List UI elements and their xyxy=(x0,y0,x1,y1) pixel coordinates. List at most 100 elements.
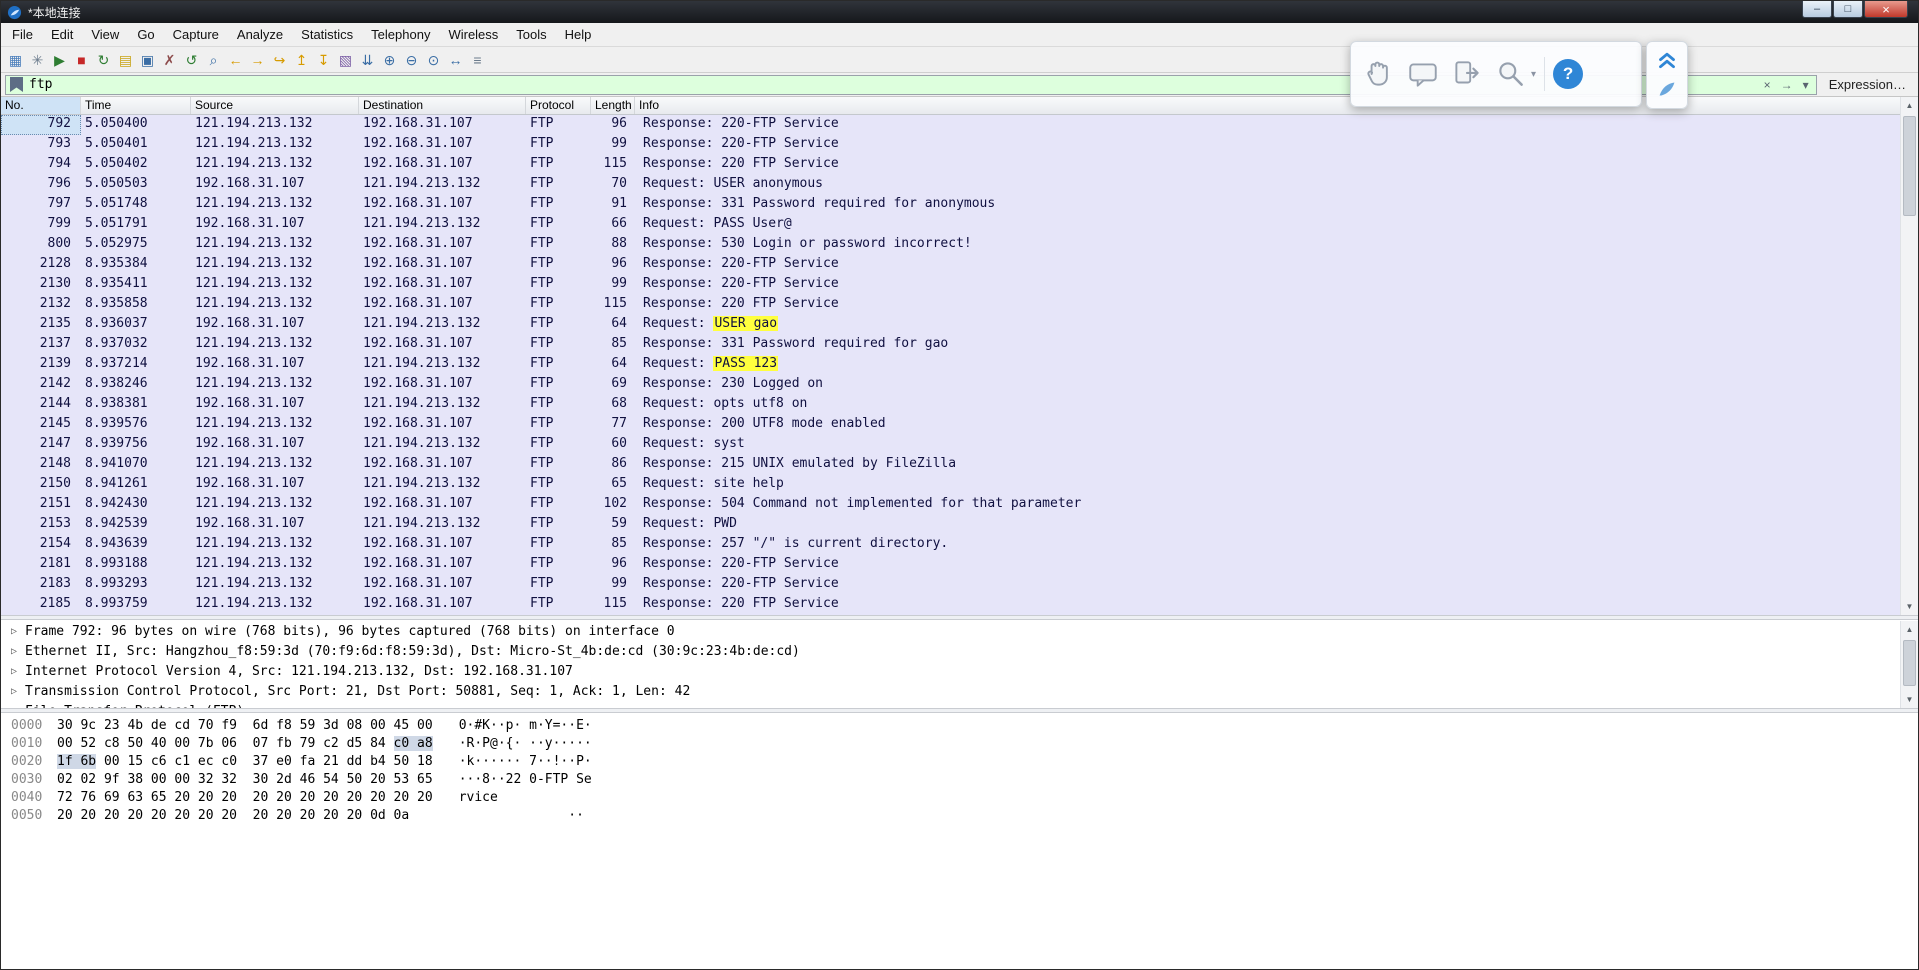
packet-row[interactable]: 793 5.050401 121.194.213.132 192.168.31.… xyxy=(1,135,1918,155)
scroll-down-icon[interactable]: ▼ xyxy=(1901,598,1918,615)
display-filters-icon[interactable]: ≡ xyxy=(467,49,488,71)
menu-go[interactable]: Go xyxy=(128,23,163,46)
packet-row[interactable]: 2153 8.942539 192.168.31.107 121.194.213… xyxy=(1,515,1918,535)
col-info[interactable]: Info xyxy=(635,97,1918,114)
packet-row[interactable]: 2142 8.938246 121.194.213.132 192.168.31… xyxy=(1,375,1918,395)
menu-statistics[interactable]: Statistics xyxy=(292,23,362,46)
start-capture-icon[interactable]: ▶ xyxy=(49,49,70,71)
menu-view[interactable]: View xyxy=(82,23,128,46)
col-source[interactable]: Source xyxy=(191,97,359,114)
capture-search-tool-icon[interactable] xyxy=(1493,56,1529,92)
autoscroll-icon[interactable]: ⇊ xyxy=(357,49,378,71)
detail-row[interactable]: ▷ File Transfer Protocol (FTP) xyxy=(1,701,1918,709)
detail-row[interactable]: ▷ Transmission Control Protocol, Src Por… xyxy=(1,681,1918,701)
menu-telephony[interactable]: Telephony xyxy=(362,23,439,46)
expander-icon[interactable]: ▷ xyxy=(7,646,21,657)
detail-row[interactable]: ▷ Frame 792: 96 bytes on wire (768 bits)… xyxy=(1,621,1918,641)
menu-tools[interactable]: Tools xyxy=(507,23,555,46)
resize-columns-icon[interactable]: ↔ xyxy=(445,49,466,71)
details-scrollbar[interactable]: ▲ ▼ xyxy=(1900,621,1918,708)
col-destination[interactable]: Destination xyxy=(359,97,526,114)
detail-row[interactable]: ▷ Ethernet II, Src: Hangzhou_f8:59:3d (7… xyxy=(1,641,1918,661)
help-icon[interactable]: ? xyxy=(1553,59,1584,89)
minimize-button[interactable]: – xyxy=(1802,1,1832,18)
close-file-icon[interactable]: ✗ xyxy=(159,49,180,71)
zoom-100-icon[interactable]: ⊙ xyxy=(423,49,444,71)
expander-icon[interactable]: ▷ xyxy=(7,706,21,709)
packet-row[interactable]: 2139 8.937214 192.168.31.107 121.194.213… xyxy=(1,355,1918,375)
menu-capture[interactable]: Capture xyxy=(164,23,228,46)
open-file-icon[interactable]: ▤ xyxy=(115,49,136,71)
menu-file[interactable]: File xyxy=(3,23,42,46)
packet-row[interactable]: 2132 8.935858 121.194.213.132 192.168.31… xyxy=(1,295,1918,315)
maximize-button[interactable]: □ xyxy=(1833,1,1863,18)
go-first-packet-icon[interactable]: ↥ xyxy=(291,49,312,71)
stop-capture-icon[interactable]: ■ xyxy=(71,49,92,71)
expander-icon[interactable]: ▷ xyxy=(7,666,21,677)
go-forward-icon[interactable]: → xyxy=(247,49,268,71)
restart-capture-icon[interactable]: ↻ xyxy=(93,49,114,71)
col-time[interactable]: Time xyxy=(81,97,191,114)
col-protocol[interactable]: Protocol xyxy=(526,97,591,114)
col-no[interactable]: No. xyxy=(1,97,81,114)
packet-row[interactable]: 2135 8.936037 192.168.31.107 121.194.213… xyxy=(1,315,1918,335)
close-button[interactable]: × xyxy=(1864,1,1908,18)
detail-row[interactable]: ▷ Internet Protocol Version 4, Src: 121.… xyxy=(1,661,1918,681)
reload-file-icon[interactable]: ↺ xyxy=(181,49,202,71)
collapse-toolbar-icon[interactable] xyxy=(1654,45,1680,76)
zoom-out-icon[interactable]: ⊖ xyxy=(401,49,422,71)
packet-row[interactable]: 2145 8.939576 121.194.213.132 192.168.31… xyxy=(1,415,1918,435)
hex-row[interactable]: 0040 72 76 69 63 65 20 20 20 20 20 20 20 … xyxy=(11,789,1918,807)
col-length[interactable]: Length xyxy=(591,97,635,114)
scroll-up-icon[interactable]: ▲ xyxy=(1901,621,1918,638)
scrollbar-thumb[interactable] xyxy=(1903,640,1916,686)
menu-analyze[interactable]: Analyze xyxy=(228,23,292,46)
scroll-down-icon[interactable]: ▼ xyxy=(1901,691,1918,708)
packet-row[interactable]: 2148 8.941070 121.194.213.132 192.168.31… xyxy=(1,455,1918,475)
packet-row[interactable]: 2151 8.942430 121.194.213.132 192.168.31… xyxy=(1,495,1918,515)
packet-row[interactable]: 2147 8.939756 192.168.31.107 121.194.213… xyxy=(1,435,1918,455)
packet-row[interactable]: 797 5.051748 121.194.213.132 192.168.31.… xyxy=(1,195,1918,215)
find-packet-icon[interactable]: ⌕ xyxy=(203,49,224,71)
export-tool-icon[interactable] xyxy=(1449,56,1485,92)
filter-bookmark-icon[interactable] xyxy=(10,77,23,92)
menu-wireless[interactable]: Wireless xyxy=(439,23,507,46)
scroll-up-icon[interactable]: ▲ xyxy=(1901,97,1918,114)
go-to-packet-icon[interactable]: ↪ xyxy=(269,49,290,71)
list-interfaces-icon[interactable]: ▦ xyxy=(5,49,26,71)
apply-filter-icon[interactable]: → xyxy=(1778,78,1796,92)
expander-icon[interactable]: ▷ xyxy=(7,686,21,697)
packet-row[interactable]: 2130 8.935411 121.194.213.132 192.168.31… xyxy=(1,275,1918,295)
packet-row[interactable]: 2137 8.937032 121.194.213.132 192.168.31… xyxy=(1,335,1918,355)
menu-edit[interactable]: Edit xyxy=(42,23,82,46)
hex-row[interactable]: 0020 1f 6b 00 15 c6 c1 ec c0 37 e0 fa 21 … xyxy=(11,753,1918,771)
packet-row[interactable]: 800 5.052975 121.194.213.132 192.168.31.… xyxy=(1,235,1918,255)
packet-row[interactable]: 799 5.051791 192.168.31.107 121.194.213.… xyxy=(1,215,1918,235)
hand-tool-icon[interactable] xyxy=(1361,56,1397,92)
packet-row[interactable]: 2185 8.993759 121.194.213.132 192.168.31… xyxy=(1,595,1918,615)
hex-row[interactable]: 0050 20 20 20 20 20 20 20 20 20 20 20 20 … xyxy=(11,807,1918,825)
save-file-icon[interactable]: ▣ xyxy=(137,49,158,71)
packet-row[interactable]: 2150 8.941261 192.168.31.107 121.194.213… xyxy=(1,475,1918,495)
scrollbar-thumb[interactable] xyxy=(1903,116,1916,216)
zoom-in-icon[interactable]: ⊕ xyxy=(379,49,400,71)
packet-row[interactable]: 2128 8.935384 121.194.213.132 192.168.31… xyxy=(1,255,1918,275)
menu-help[interactable]: Help xyxy=(556,23,601,46)
packet-row[interactable]: 2181 8.993188 121.194.213.132 192.168.31… xyxy=(1,555,1918,575)
pin-tool-icon[interactable] xyxy=(1654,76,1680,107)
capture-options-icon[interactable]: ✳ xyxy=(27,49,48,71)
expander-icon[interactable]: ▷ xyxy=(7,626,21,637)
expression-button[interactable]: Expression… xyxy=(1823,77,1912,92)
go-back-icon[interactable]: ← xyxy=(225,49,246,71)
packet-row[interactable]: 794 5.050402 121.194.213.132 192.168.31.… xyxy=(1,155,1918,175)
tool-dropdown-icon[interactable]: ▾ xyxy=(1531,69,1536,80)
go-last-packet-icon[interactable]: ↧ xyxy=(313,49,334,71)
colorize-icon[interactable]: ▧ xyxy=(335,49,356,71)
hex-row[interactable]: 0000 30 9c 23 4b de cd 70 f9 6d f8 59 3d … xyxy=(11,717,1918,735)
packet-row[interactable]: 796 5.050503 192.168.31.107 121.194.213.… xyxy=(1,175,1918,195)
packet-row[interactable]: 792 5.050400 121.194.213.132 192.168.31.… xyxy=(1,115,1918,135)
filter-dropdown-icon[interactable]: ▾ xyxy=(1800,78,1812,92)
clear-filter-icon[interactable]: × xyxy=(1761,78,1774,92)
packet-row[interactable]: 2183 8.993293 121.194.213.132 192.168.31… xyxy=(1,575,1918,595)
packet-list-scrollbar[interactable]: ▲ ▼ xyxy=(1900,97,1918,615)
